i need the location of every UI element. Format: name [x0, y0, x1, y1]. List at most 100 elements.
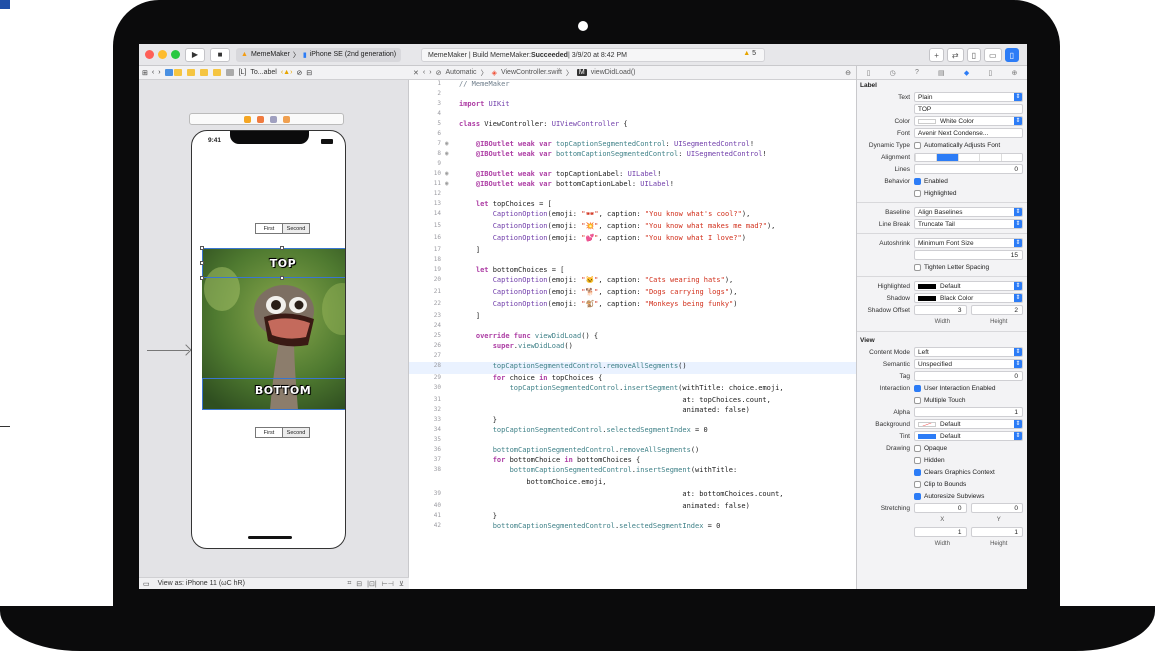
code-line[interactable]: 20 CaptionOption(emoji: "🐱", caption: "C…	[409, 276, 856, 288]
code-line[interactable]: 2	[409, 90, 856, 100]
code-line[interactable]: 21 CaptionOption(emoji: "🐕", caption: "D…	[409, 288, 856, 300]
code-line[interactable]: 27	[409, 352, 856, 362]
attributes-inspector-icon[interactable]: ◆	[964, 69, 969, 77]
scene-dock[interactable]	[189, 113, 344, 125]
code-line[interactable]: 38 bottomCaptionSegmentedControl.insertS…	[409, 466, 856, 478]
shadow-width-stepper[interactable]: 3	[914, 305, 967, 315]
assistant-icon[interactable]: ⊘	[296, 69, 302, 77]
code-line[interactable]: 36 bottomCaptionSegmentedControl.removeA…	[409, 446, 856, 456]
resize-handle[interactable]	[280, 276, 284, 280]
font-field[interactable]: Avenir Next Condense...	[914, 128, 1023, 138]
tag-stepper[interactable]: 0	[914, 371, 1023, 381]
stretch-height-stepper[interactable]: 1	[970, 527, 1023, 537]
code-line[interactable]: 7 ◉ @IBOutlet weak var topCaptionSegmente…	[409, 140, 856, 150]
clears-checkbox[interactable]	[914, 468, 921, 476]
align-left-icon[interactable]	[915, 153, 937, 161]
folder-icon[interactable]	[164, 68, 183, 76]
pin-icon[interactable]: ⊢⊣	[382, 580, 394, 588]
hidden-checkbox[interactable]	[914, 456, 921, 464]
code-line[interactable]: 18	[409, 256, 856, 266]
debug-toggle-button[interactable]: ▭	[984, 48, 1002, 62]
code-line[interactable]: 11 ◉ @IBOutlet weak var bottomCaptionLabe…	[409, 180, 856, 190]
align-justify-icon[interactable]	[979, 153, 1001, 161]
resolve-icon[interactable]: ⊻	[399, 580, 404, 588]
storyboard-canvas[interactable]: ⊞ ‹ › [L] To...abel ‹▲› ⊘ ⊟ 9:41 First S…	[139, 66, 409, 589]
align-icon[interactable]: |⊡|	[367, 580, 377, 588]
bottom-segment-first[interactable]: First	[256, 428, 282, 437]
min-font-size-stepper[interactable]: 15	[914, 250, 1023, 260]
code-line[interactable]: 41 }	[409, 512, 856, 522]
lines-stepper[interactable]: 0	[914, 164, 1023, 174]
code-line[interactable]: 35	[409, 436, 856, 446]
code-line[interactable]: 6	[409, 130, 856, 140]
user-interaction-checkbox[interactable]	[914, 384, 921, 392]
code-line[interactable]: 32 animated: false)	[409, 406, 856, 416]
warning-badge[interactable]: ▲ 5	[743, 50, 756, 57]
code-line[interactable]: 31 at: topChoices.count,	[409, 396, 856, 406]
zoom-window-button[interactable]	[171, 50, 180, 59]
size-inspector-icon[interactable]: ▯	[988, 69, 992, 77]
navigator-toggle-button[interactable]: ▯	[966, 48, 982, 62]
view-icon[interactable]	[225, 68, 235, 76]
view-as-label[interactable]: View as: iPhone 11 (ωC hR)	[158, 580, 245, 587]
code-lines[interactable]: 1// MemeMaker 2 3 import UIKit 4 5 class ViewC…	[409, 80, 856, 589]
label-icon[interactable]: [L]	[239, 69, 247, 76]
code-line[interactable]: 33 }	[409, 416, 856, 426]
exit-icon[interactable]	[282, 115, 290, 123]
clip-checkbox[interactable]	[914, 480, 921, 488]
review-button[interactable]: ⇄	[946, 48, 964, 62]
breadcrumb-last[interactable]: To...abel	[250, 69, 276, 76]
controller-dock-icon[interactable]	[243, 115, 251, 123]
close-window-button[interactable]	[145, 50, 154, 59]
code-line[interactable]: 10 ◉ @IBOutlet weak var topCaptionLabel: …	[409, 170, 856, 180]
code-line[interactable]: 28 topCaptionSegmentedControl.removeAllS…	[409, 362, 856, 374]
align-natural-icon[interactable]	[1000, 153, 1022, 161]
code-line[interactable]: 4	[409, 110, 856, 120]
top-caption-segmented-control[interactable]: First Second	[255, 223, 310, 234]
code-line[interactable]: 3 import UIKit	[409, 100, 856, 110]
tint-select[interactable]: Default	[914, 431, 1023, 441]
code-line[interactable]: 24	[409, 322, 856, 332]
back-icon[interactable]: ‹	[152, 69, 154, 76]
code-line[interactable]: 8 ◉ @IBOutlet weak var bottomCaptionSegme…	[409, 150, 856, 160]
semantic-select[interactable]: Unspecified	[914, 359, 1023, 369]
code-line[interactable]: 26 super.viewDidLoad()	[409, 342, 856, 352]
code-line[interactable]: 25 override func viewDidLoad() {	[409, 332, 856, 342]
update-frames-icon[interactable]: ⌗	[347, 580, 351, 588]
stretch-x-stepper[interactable]: 0	[914, 503, 967, 513]
library-button[interactable]: +	[929, 48, 944, 62]
highlighted-select[interactable]: Default	[914, 281, 1023, 291]
related-items-icon[interactable]: ⊘	[436, 69, 442, 77]
connections-inspector-icon[interactable]: ⊕	[1011, 69, 1017, 77]
bottom-segment-second[interactable]: Second	[282, 428, 309, 437]
grid-icon[interactable]: ⊞	[142, 69, 148, 77]
forward-icon[interactable]: ›	[429, 69, 431, 76]
multiple-touch-checkbox[interactable]	[914, 396, 921, 404]
stretch-width-stepper[interactable]: 1	[914, 527, 967, 537]
shadow-select[interactable]: Black Color	[914, 293, 1023, 303]
jump-file[interactable]: ViewController.swift	[501, 69, 562, 76]
code-line[interactable]: 37 for bottomChoice in bottomChoices {	[409, 456, 856, 466]
autoshrink-select[interactable]: Minimum Font Size	[914, 238, 1023, 248]
add-editor-icon[interactable]: ⊟	[306, 69, 312, 77]
code-line[interactable]: 1 // MemeMaker	[409, 80, 856, 90]
code-line[interactable]: 9	[409, 160, 856, 170]
bottom-caption-segmented-control[interactable]: First Second	[255, 427, 310, 438]
color-select[interactable]: White Color	[914, 116, 1023, 126]
jump-mode[interactable]: Automatic	[445, 69, 476, 76]
scene-icon[interactable]	[199, 68, 209, 76]
align-right-icon[interactable]	[957, 153, 980, 161]
content-mode-select[interactable]: Left	[914, 347, 1023, 357]
code-line[interactable]: 40 animated: false)	[409, 502, 856, 512]
code-line[interactable]: 5 class ViewController: UIViewController …	[409, 120, 856, 130]
stack-icon[interactable]: ⊟	[356, 580, 362, 588]
back-icon[interactable]: ‹	[423, 69, 425, 76]
alignment-control[interactable]	[914, 152, 1023, 162]
code-line[interactable]: 22 CaptionOption(emoji: "🐒", caption: "M…	[409, 300, 856, 312]
background-select[interactable]: Default	[914, 419, 1023, 429]
forward-icon[interactable]: ›	[158, 69, 160, 76]
top-segment-second[interactable]: Second	[282, 224, 309, 233]
outlet-connection-icon[interactable]: ◉	[445, 140, 455, 148]
code-line[interactable]: 15 CaptionOption(emoji: "💥", caption: "Y…	[409, 222, 856, 234]
code-line[interactable]: 39 at: bottomChoices.count,	[409, 490, 856, 502]
